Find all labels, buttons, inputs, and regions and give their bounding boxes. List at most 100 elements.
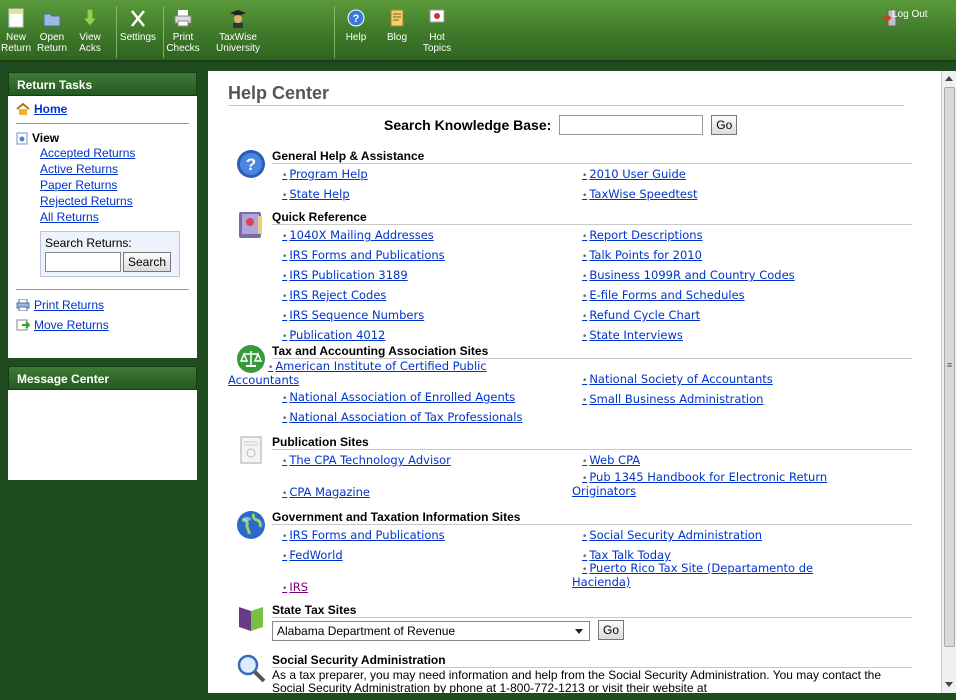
- help-center-content: Help Center Search Knowledge Base: Go ? …: [208, 71, 941, 693]
- svg-text:?: ?: [353, 13, 360, 25]
- pub-1345-link[interactable]: • Pub 1345 Handbook for Electronic Return: [572, 471, 827, 485]
- scroll-up-icon[interactable]: [945, 76, 953, 81]
- title-divider: [228, 105, 904, 106]
- quick-reference-section: Quick Reference • 1040X Mailing Addresses…: [236, 210, 912, 342]
- cpa-tech-advisor-link[interactable]: • The CPA Technology Advisor: [282, 451, 451, 471]
- new-return-button[interactable]: New Return: [0, 4, 32, 60]
- irs-sequence-numbers-link[interactable]: • IRS Sequence Numbers: [282, 306, 445, 326]
- globe-icon: [237, 511, 265, 539]
- scroll-down-icon[interactable]: [945, 682, 953, 687]
- section-title: Social Security Administration: [272, 653, 446, 667]
- refund-cycle-link[interactable]: • Refund Cycle Chart: [582, 306, 795, 326]
- divider: [16, 123, 189, 124]
- vertical-scrollbar[interactable]: ≡: [941, 71, 956, 693]
- natp-link[interactable]: • National Association of Tax Professiona…: [282, 408, 523, 428]
- section-divider: [272, 524, 912, 525]
- message-center-panel: [8, 390, 197, 480]
- paper-returns-link[interactable]: Paper Returns: [40, 177, 189, 193]
- section-divider: [272, 449, 912, 450]
- puerto-rico-link[interactable]: • Puerto Rico Tax Site (Departamento de: [572, 562, 813, 576]
- section-divider: [272, 163, 912, 164]
- left-links: • The CPA Technology Advisor: [282, 451, 451, 471]
- efile-forms-link[interactable]: • E-file Forms and Schedules: [582, 286, 795, 306]
- section-title: Quick Reference: [272, 210, 367, 224]
- state-interviews-link[interactable]: • State Interviews: [582, 326, 795, 346]
- naea-link[interactable]: • National Association of Enrolled Agents: [282, 388, 523, 408]
- cpa-magazine-link[interactable]: • CPA Magazine: [282, 483, 370, 503]
- flag-icon: [239, 607, 263, 631]
- all-returns-link[interactable]: All Returns: [40, 209, 189, 225]
- irs-link[interactable]: • IRS: [282, 578, 308, 598]
- program-help-link[interactable]: • Program Help: [282, 165, 368, 185]
- state-site-select[interactable]: Alabama Department of Revenue: [272, 621, 590, 641]
- open-return-button[interactable]: Open Return: [34, 4, 70, 60]
- return-tasks-panel: Home View Accepted Returns Active Return…: [8, 96, 197, 358]
- publication-4012-link[interactable]: • Publication 4012: [282, 326, 445, 346]
- irs-reject-codes-link[interactable]: • IRS Reject Codes: [282, 286, 445, 306]
- print-checks-button[interactable]: Print Checks: [164, 4, 202, 60]
- speedtest-link[interactable]: • TaxWise Speedtest: [582, 185, 697, 205]
- state-tax-sites-section: State Tax Sites Alabama Department of Re…: [236, 603, 912, 647]
- active-returns-link[interactable]: Active Returns: [40, 161, 189, 177]
- rejected-returns-link[interactable]: Rejected Returns: [40, 193, 189, 209]
- state-help-link[interactable]: • State Help: [282, 185, 368, 205]
- search-returns-input[interactable]: [45, 252, 121, 272]
- irs-forms-link[interactable]: • IRS Forms and Publications: [282, 246, 445, 266]
- section-divider: [272, 224, 912, 225]
- nsa-link[interactable]: • National Society of Accountants: [582, 370, 773, 390]
- move-returns-link[interactable]: Move Returns: [34, 317, 109, 333]
- blog-button[interactable]: Blog: [382, 4, 412, 60]
- scroll-thumb[interactable]: ≡: [944, 87, 955, 647]
- state-go-button[interactable]: Go: [598, 620, 625, 640]
- print-returns-link[interactable]: Print Returns: [34, 297, 104, 313]
- left-links: • IRS Forms and Publications • FedWorld: [282, 526, 445, 566]
- puerto-rico-link-continued[interactable]: Hacienda): [572, 576, 813, 588]
- svg-text:?: ?: [246, 155, 256, 174]
- accepted-returns-link[interactable]: Accepted Returns: [40, 145, 189, 161]
- kb-go-button[interactable]: Go: [711, 115, 738, 135]
- view-label: View: [32, 131, 60, 145]
- view-acks-button[interactable]: View Acks: [72, 4, 108, 60]
- view-row: View: [16, 131, 189, 145]
- ssa-description: As a tax preparer, you may need informat…: [272, 668, 881, 694]
- home-link[interactable]: Home: [34, 102, 67, 116]
- sba-link[interactable]: • Small Business Administration: [582, 390, 773, 410]
- report-descriptions-link[interactable]: • Report Descriptions: [582, 226, 795, 246]
- aicpa-link[interactable]: • American Institute of Certified Public: [228, 360, 487, 374]
- kb-label: Search Knowledge Base:: [384, 117, 552, 133]
- irs-pub-3189-link[interactable]: • IRS Publication 3189: [282, 266, 445, 286]
- settings-button[interactable]: Settings: [118, 4, 158, 60]
- log-out-button[interactable]: Log Out: [868, 4, 928, 60]
- search-returns-button[interactable]: Search: [123, 252, 172, 272]
- right-links: • National Society of Accountants • Small …: [582, 370, 773, 410]
- gov-irs-forms-link[interactable]: • IRS Forms and Publications: [282, 526, 445, 546]
- hot-topics-button[interactable]: Hot Topics: [422, 4, 452, 60]
- printer-icon: [174, 10, 192, 27]
- fedworld-link[interactable]: • FedWorld: [282, 546, 445, 566]
- right-links: • Web CPA • Pub 1345 Handbook for Electron…: [572, 451, 827, 497]
- left-links-2: • IRS: [282, 578, 308, 598]
- web-cpa-link[interactable]: • Web CPA: [572, 451, 827, 471]
- puerto-rico-block: • Puerto Rico Tax Site (Departamento de H…: [572, 562, 813, 588]
- tools-icon: [131, 10, 145, 27]
- section-title: State Tax Sites: [272, 603, 357, 617]
- aicpa-link-continued[interactable]: Accountants: [228, 374, 487, 386]
- grip-icon: ≡: [946, 360, 953, 370]
- kb-search-input[interactable]: [559, 115, 704, 135]
- help-icon: ?: [237, 150, 265, 178]
- talk-points-link[interactable]: • Talk Points for 2010: [582, 246, 795, 266]
- open-folder-icon: [43, 13, 61, 27]
- business-1099r-link[interactable]: • Business 1099R and Country Codes: [582, 266, 795, 286]
- hot-topics-icon: [429, 9, 445, 23]
- ssa-section: Social Security Administration As a tax …: [236, 653, 912, 693]
- left-links: • National Association of Enrolled Agents…: [282, 388, 523, 428]
- left-links-2: • CPA Magazine: [282, 483, 370, 503]
- ssa-link[interactable]: • Social Security Administration: [582, 526, 762, 546]
- left-links: • Program Help • State Help: [282, 165, 368, 205]
- 1040x-addresses-link[interactable]: • 1040X Mailing Addresses: [282, 226, 445, 246]
- user-guide-link[interactable]: • 2010 User Guide: [582, 165, 697, 185]
- pub-1345-link-continued[interactable]: Originators: [572, 485, 827, 497]
- taxwise-university-button[interactable]: TaxWise University: [208, 4, 268, 60]
- help-button[interactable]: ? Help: [341, 4, 371, 60]
- move-returns-row: Move Returns: [16, 317, 189, 333]
